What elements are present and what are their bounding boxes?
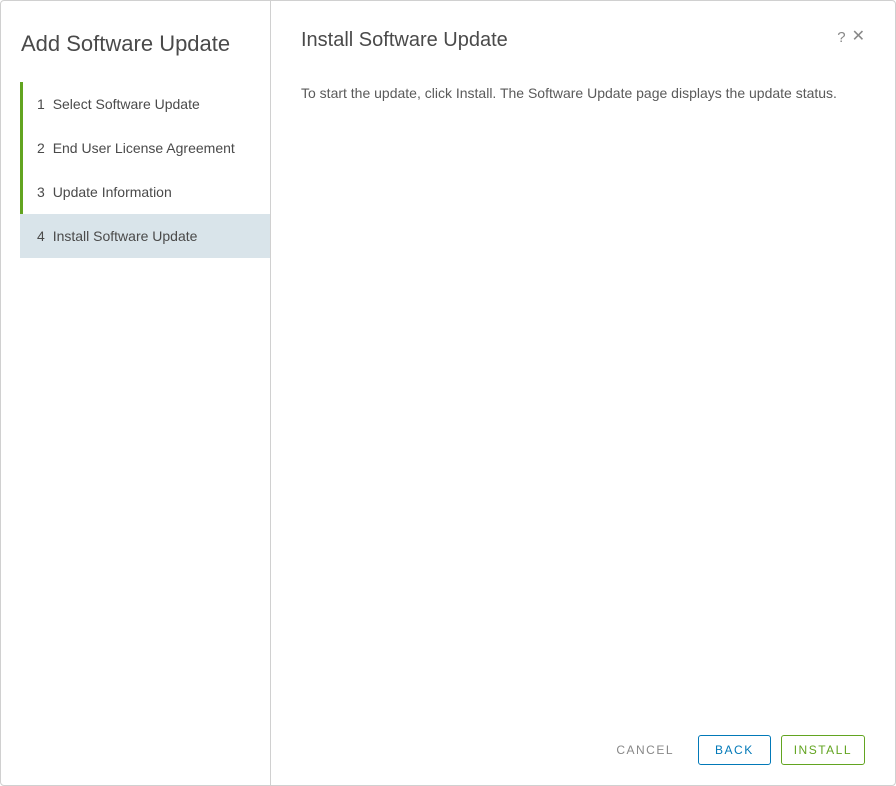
help-icon[interactable]: ? bbox=[837, 30, 845, 45]
wizard-sidebar: Add Software Update 1 Select Software Up… bbox=[1, 1, 271, 785]
step-label: Install Software Update bbox=[53, 228, 198, 244]
step-number: 1 bbox=[37, 96, 45, 112]
step-label: Select Software Update bbox=[53, 96, 200, 112]
instruction-text: To start the update, click Install. The … bbox=[301, 84, 865, 104]
wizard-dialog: Add Software Update 1 Select Software Up… bbox=[0, 0, 896, 786]
close-icon[interactable]: ✕ bbox=[852, 29, 865, 45]
sidebar-title: Add Software Update bbox=[1, 21, 270, 82]
main-panel: Install Software Update ? ✕ To start the… bbox=[271, 1, 895, 785]
cancel-button[interactable]: CANCEL bbox=[602, 735, 688, 765]
footer-actions: CANCEL BACK INSTALL bbox=[301, 721, 865, 765]
back-button[interactable]: BACK bbox=[698, 735, 771, 765]
page-title: Install Software Update bbox=[301, 29, 508, 52]
header-controls: ? ✕ bbox=[837, 29, 865, 45]
step-update-information[interactable]: 3 Update Information bbox=[20, 170, 270, 214]
step-label: End User License Agreement bbox=[53, 140, 235, 156]
step-select-software-update[interactable]: 1 Select Software Update bbox=[20, 82, 270, 126]
steps-list: 1 Select Software Update 2 End User Lice… bbox=[1, 82, 270, 258]
step-number: 3 bbox=[37, 184, 45, 200]
main-header: Install Software Update ? ✕ bbox=[301, 29, 865, 52]
step-install-software-update[interactable]: 4 Install Software Update bbox=[20, 214, 270, 258]
step-number: 4 bbox=[37, 228, 45, 244]
main-body: To start the update, click Install. The … bbox=[301, 84, 865, 721]
step-eula[interactable]: 2 End User License Agreement bbox=[20, 126, 270, 170]
step-number: 2 bbox=[37, 140, 45, 156]
step-label: Update Information bbox=[53, 184, 172, 200]
install-button[interactable]: INSTALL bbox=[781, 735, 865, 765]
